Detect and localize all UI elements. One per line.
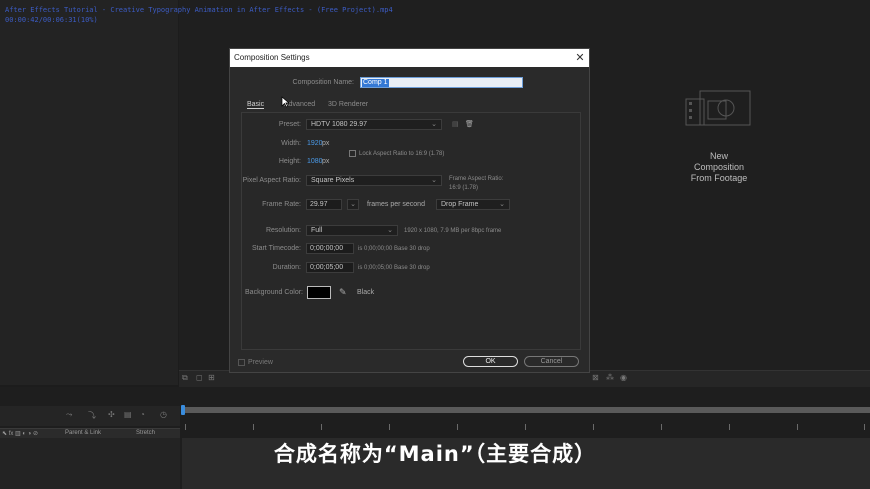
stretch-header: Stretch (136, 430, 156, 436)
timeline-tool-icon[interactable]: ✣ (108, 410, 115, 419)
project-panel (0, 0, 178, 385)
new-comp-line: New (709, 151, 728, 161)
lock-aspect-checkbox[interactable] (349, 150, 356, 157)
preview-label: Preview (248, 359, 273, 366)
preset-label: Preset: (278, 121, 301, 128)
save-preset-icon[interactable]: ▤ (452, 120, 459, 128)
new-comp-from-footage-icon[interactable] (684, 89, 752, 127)
new-comp-line: From Footage (690, 173, 748, 183)
chevron-down-icon: ⌄ (387, 227, 393, 234)
dialog-title: Composition Settings (234, 53, 310, 62)
comp-name-label: Composition Name: (292, 79, 354, 86)
viewer-tool-icon[interactable]: ⊞ (208, 373, 215, 382)
chevron-down-icon: ⌄ (350, 201, 356, 208)
tab-basic[interactable]: Basic (247, 101, 265, 109)
height-label: Height: (278, 158, 301, 165)
pixel-aspect-label: Pixel Aspect Ratio: (242, 177, 301, 184)
background-color-name: Black (357, 289, 375, 296)
mouse-cursor-icon (281, 96, 290, 108)
parent-link-header: Parent & Link (65, 430, 102, 436)
pixel-aspect-value: Square Pixels (311, 177, 355, 184)
timeline-tool-icon[interactable]: ◔ (140, 410, 145, 419)
chevron-down-icon: ⌄ (499, 201, 505, 208)
drop-frame-dropdown[interactable]: Drop Frame ⌄ (436, 199, 510, 210)
duration-info: is 0;00;05;00 Base 30 drop (358, 265, 430, 271)
timeline-tool-icon[interactable]: ◷ (160, 410, 167, 419)
playhead[interactable] (181, 405, 185, 415)
close-icon[interactable]: ✕ (574, 51, 586, 64)
frame-rate-dropdown[interactable]: ⌄ (347, 199, 359, 210)
timeline-tool-icon[interactable]: ⤵ (88, 410, 96, 421)
height-unit: px (322, 158, 330, 165)
preset-value: HDTV 1080 29.97 (311, 121, 368, 128)
frame-rate-label: Frame Rate: (262, 201, 301, 208)
lock-aspect-label: Lock Aspect Ratio to 16:9 (1.78) (359, 151, 445, 157)
preview-checkbox[interactable] (238, 359, 245, 366)
cancel-button[interactable]: Cancel (524, 356, 579, 367)
eyedropper-icon[interactable]: ✎ (339, 287, 347, 298)
start-timecode-label: Start Timecode: (251, 245, 301, 252)
viewer-tool-icon[interactable]: ⁂ (606, 373, 614, 382)
frame-aspect-value: 16:9 (1.78) (449, 185, 479, 191)
chevron-down-icon: ⌄ (431, 121, 437, 128)
video-title: After Effects Tutorial - Creative Typogr… (5, 6, 393, 14)
pixel-aspect-dropdown[interactable]: Square Pixels ⌄ (306, 175, 442, 186)
resolution-dropdown[interactable]: Full ⌄ (306, 225, 398, 236)
resolution-label: Resolution: (265, 227, 301, 234)
trash-icon[interactable]: 🗑 (465, 120, 474, 128)
comp-name-input[interactable]: Comp 1 (360, 77, 523, 88)
width-value[interactable]: 1920 (307, 140, 323, 147)
height-value[interactable]: 1080 (307, 158, 323, 165)
chevron-down-icon: ⌄ (431, 177, 437, 184)
duration-label: Duration: (272, 264, 301, 271)
viewer-tool-icon[interactable]: ⊠ (592, 373, 599, 382)
start-timecode-input[interactable]: 0;00;00;00 (306, 243, 354, 254)
video-timecode: 00:00:42/00:06:31(10%) (5, 16, 98, 24)
width-label: Width: (281, 140, 301, 147)
time-ruler[interactable] (182, 407, 870, 413)
background-color-swatch[interactable] (307, 286, 331, 299)
dialog-titlebar: Composition Settings ✕ (230, 49, 589, 67)
duration-input[interactable]: 0;00;05;00 (306, 262, 354, 273)
preset-dropdown[interactable]: HDTV 1080 29.97 ⌄ (306, 119, 442, 130)
resolution-value: Full (311, 227, 323, 234)
background-color-label: Background Color: (245, 289, 303, 296)
video-subtitle: 合成名称为“Main”（主要合成） (273, 442, 597, 466)
camera-icon[interactable]: ◉ (620, 373, 627, 382)
drop-frame-value: Drop Frame (441, 201, 479, 208)
width-unit: px (322, 140, 330, 147)
ok-button[interactable]: OK (463, 356, 518, 367)
tab-3d-renderer[interactable]: 3D Renderer (328, 101, 368, 108)
resolution-info: 1920 x 1080, 7.9 MB per 8bpc frame (404, 228, 502, 234)
layer-switches-icon: ⬉ fx ▥ ◐ ◑ ⊘ (2, 431, 38, 437)
fps-label: frames per second (367, 201, 425, 208)
comp-name-value: Comp 1 (362, 79, 389, 87)
new-comp-from-footage-label[interactable]: New Composition From Footage (680, 151, 758, 184)
start-timecode-info: is 0;00;00;00 Base 30 drop (358, 246, 430, 252)
viewer-tool-icon[interactable]: ◻ (196, 373, 203, 382)
new-comp-line: Composition (693, 162, 745, 172)
frame-rate-input[interactable]: 29.97 (306, 199, 342, 210)
viewer-tool-icon[interactable]: ⧉ (182, 373, 188, 383)
timeline-tool-icon[interactable]: ▤ (124, 410, 132, 419)
frame-aspect-label: Frame Aspect Ratio: (449, 176, 504, 182)
timeline-tool-icon[interactable]: ⤳ (66, 410, 72, 420)
